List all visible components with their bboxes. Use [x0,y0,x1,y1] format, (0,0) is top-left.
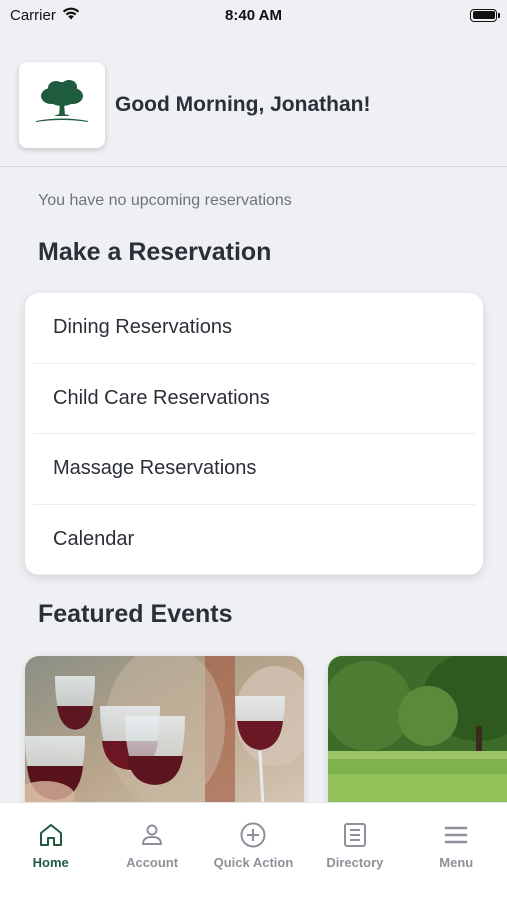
header: Good Morning, Jonathan! [19,62,488,148]
tab-home[interactable]: Home [0,821,101,870]
tab-home-label: Home [32,855,69,870]
golf-course-tree-photo [328,656,507,816]
calendar-item[interactable]: Calendar [33,505,475,575]
carrier-label: Carrier [10,6,56,24]
club-logo [19,62,105,148]
oak-tree-logo-icon [32,78,92,133]
hamburger-icon [445,826,468,844]
tab-quick-action[interactable]: Quick Action [203,821,304,870]
tab-bar: Home Account Quick Action Directory Menu [0,802,507,900]
reservation-options-card: Dining Reservations Child Care Reservati… [25,293,483,575]
tab-directory-label: Directory [326,855,384,870]
tab-account[interactable]: Account [102,821,203,870]
list-icon [343,823,366,847]
tab-menu-label: Menu [439,855,474,870]
status-left: Carrier [10,7,80,24]
tab-menu[interactable]: Menu [406,821,507,870]
greeting-text: Good Morning, Jonathan! [115,93,371,116]
person-icon [142,824,163,845]
plus-circle-icon [240,822,266,848]
tab-directory[interactable]: Directory [304,821,405,870]
event-card-wine[interactable] [25,656,304,816]
event-card-golf[interactable] [328,656,507,816]
massage-reservations-item[interactable]: Massage Reservations [33,434,475,505]
home-icon [39,824,62,846]
battery-icon [470,8,500,22]
tab-account-label: Account [126,855,179,870]
tab-quick-action-label: Quick Action [213,855,294,870]
featured-events-title: Featured Events [38,600,233,628]
dining-reservations-item[interactable]: Dining Reservations [33,293,475,364]
no-reservations-message: You have no upcoming reservations [38,192,292,209]
child-care-reservations-item[interactable]: Child Care Reservations [33,364,475,434]
make-reservation-title: Make a Reservation [38,238,272,266]
header-divider [0,166,507,167]
wine-glasses-toast-photo [25,656,304,816]
wifi-icon [62,7,80,24]
status-bar: Carrier 8:40 AM [0,0,507,30]
